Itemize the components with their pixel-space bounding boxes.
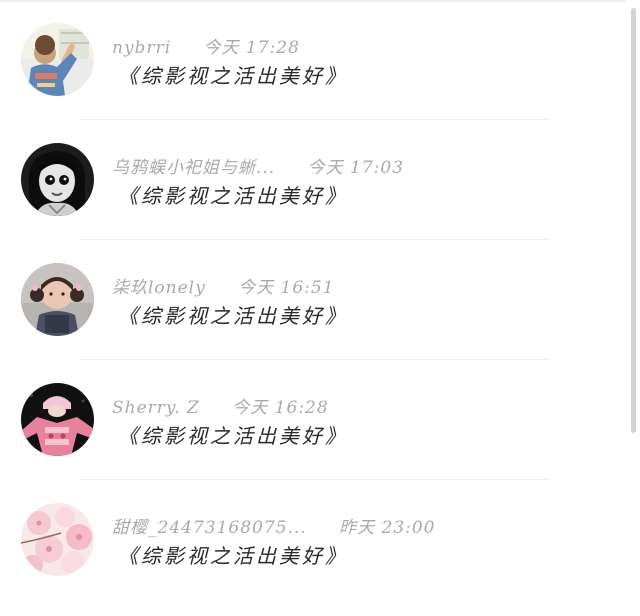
comment-item[interactable]: nybrri 今天 17:28 《综影视之活出美好》 bbox=[0, 0, 626, 120]
comment-item[interactable]: 柒玖lonely 今天 16:51 《综影视之活出美好》 bbox=[0, 240, 626, 360]
timestamp: 昨天 23:00 bbox=[339, 518, 436, 538]
comment-text: 《综影视之活出美好》 bbox=[118, 64, 348, 88]
scrollbar-thumb[interactable] bbox=[631, 8, 636, 433]
comment-meta: 柒玖lonely 今天 16:51 bbox=[112, 273, 335, 298]
scrollbar[interactable] bbox=[626, 0, 640, 616]
username[interactable]: 柒玖lonely bbox=[112, 273, 206, 298]
girl-photo-avatar-icon[interactable] bbox=[21, 23, 94, 96]
comment-screen: nybrri 今天 17:28 《综影视之活出美好》 乌鸦蜈小祀姐与蜥... 今… bbox=[0, 0, 640, 616]
comment-item[interactable]: 甜樱_24473168075... 昨天 23:00 《综影视之活出美好》 bbox=[0, 480, 626, 600]
comment-text: 《综影视之活出美好》 bbox=[118, 304, 348, 328]
comment-item[interactable]: Sherry. Z 今天 16:28 《综影视之活出美好》 bbox=[0, 360, 626, 480]
comment-meta: 甜樱_24473168075... 昨天 23:00 bbox=[112, 513, 436, 538]
timestamp: 今天 16:28 bbox=[232, 398, 329, 418]
comment-meta: nybrri 今天 17:28 bbox=[112, 33, 300, 58]
timestamp: 今天 16:51 bbox=[238, 278, 335, 298]
comment-item[interactable]: 乌鸦蜈小祀姐与蜥... 今天 17:03 《综影视之活出美好》 bbox=[0, 120, 626, 240]
comment-text: 《综影视之活出美好》 bbox=[118, 424, 348, 448]
username[interactable]: 甜樱_24473168075... bbox=[112, 513, 307, 538]
username[interactable]: 乌鸦蜈小祀姐与蜥... bbox=[112, 153, 275, 178]
doll-face-avatar-icon[interactable] bbox=[21, 143, 94, 216]
username[interactable]: Sherry. Z bbox=[112, 398, 200, 418]
comment-meta: 乌鸦蜈小祀姐与蜥... 今天 17:03 bbox=[112, 153, 405, 178]
timestamp: 今天 17:28 bbox=[203, 38, 300, 58]
timestamp: 今天 17:03 bbox=[307, 158, 405, 178]
pink-sweater-avatar-icon[interactable] bbox=[21, 383, 94, 456]
child-pigtails-avatar-icon[interactable] bbox=[21, 263, 94, 336]
comment-text: 《综影视之活出美好》 bbox=[118, 544, 348, 568]
username[interactable]: nybrri bbox=[112, 38, 171, 58]
comment-text: 《综影视之活出美好》 bbox=[118, 184, 348, 208]
cherry-blossom-avatar-icon[interactable] bbox=[21, 503, 94, 576]
comment-meta: Sherry. Z 今天 16:28 bbox=[112, 393, 329, 418]
